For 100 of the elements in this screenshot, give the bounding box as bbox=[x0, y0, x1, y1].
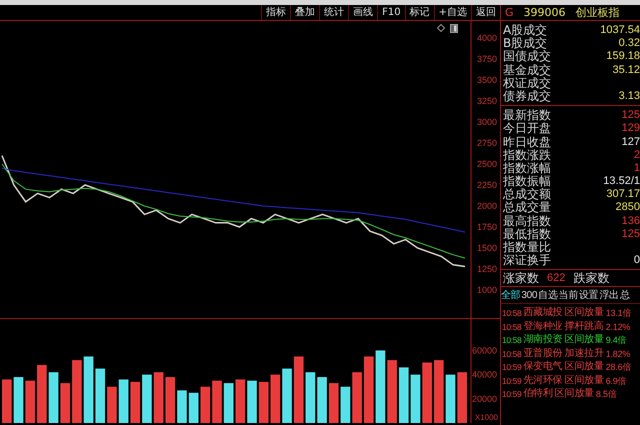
axis-label: 3500 bbox=[476, 74, 497, 85]
stat-value: 35.12 bbox=[612, 64, 640, 77]
axis-label: 2250 bbox=[476, 180, 497, 190]
stat-value: 2 bbox=[634, 148, 640, 162]
volume-bar bbox=[270, 374, 280, 423]
alert-tab[interactable]: 设置 bbox=[579, 288, 598, 302]
stat-value: 136 bbox=[622, 214, 640, 228]
alert-tab[interactable]: 300 bbox=[521, 288, 538, 302]
volume-bar bbox=[95, 368, 106, 423]
alert-stock[interactable]: 湖南投资 bbox=[523, 334, 562, 346]
volume-bar bbox=[14, 377, 24, 423]
axis-unit: X1000 bbox=[474, 413, 498, 422]
stat-label: 最高指数 bbox=[503, 214, 551, 228]
alert-stock[interactable]: 亚普股份 bbox=[523, 348, 562, 360]
volume-bar bbox=[60, 383, 70, 423]
stat-label: 最低指数 bbox=[503, 228, 551, 241]
stat-value: 622 bbox=[547, 271, 566, 286]
alert-event: 区间放量 bbox=[564, 334, 604, 346]
alert-time: 10:58 bbox=[502, 348, 522, 360]
volume-bar bbox=[294, 356, 304, 423]
index-code: 399006 bbox=[524, 6, 566, 19]
volume-bar bbox=[177, 390, 187, 423]
axis-label: 1250 bbox=[476, 264, 497, 274]
alert-tab[interactable]: 当前 bbox=[558, 288, 578, 302]
panel-icon[interactable] bbox=[450, 24, 458, 33]
stat-label: 权证成交 bbox=[503, 76, 551, 90]
alert-tab[interactable]: 浮出 bbox=[599, 288, 619, 302]
volume-bar bbox=[352, 372, 362, 423]
stat-value: 159.18 bbox=[606, 50, 640, 64]
axis-label: 40000 bbox=[472, 370, 497, 380]
stat-value: 2850 bbox=[616, 201, 640, 215]
alert-stock[interactable]: 保变电气 bbox=[523, 361, 562, 374]
volume-bar bbox=[317, 377, 327, 423]
volume-bar bbox=[154, 372, 164, 423]
stat-label: 深证换手 bbox=[503, 254, 551, 268]
volume-bar bbox=[340, 386, 350, 423]
stat-label: 基金成交 bbox=[503, 64, 551, 77]
axis-label: 2750 bbox=[476, 138, 497, 148]
volume-bar bbox=[364, 356, 374, 423]
alert-time: 10:58 bbox=[502, 307, 522, 320]
axis-label: 60000 bbox=[472, 345, 497, 356]
alert-time: 10:59 bbox=[502, 388, 522, 400]
stat-value: 125 bbox=[622, 228, 640, 241]
stat-value: 0 bbox=[634, 254, 640, 268]
alert-tab[interactable]: 总 bbox=[620, 288, 630, 302]
stat-label: 总成交额 bbox=[503, 188, 551, 202]
stat-label: 债券成交 bbox=[503, 90, 551, 104]
diamond-icon[interactable] bbox=[437, 24, 445, 32]
axis-label: 2000 bbox=[476, 201, 497, 211]
volume-bar bbox=[25, 380, 36, 423]
volume-bar bbox=[457, 372, 467, 423]
alert-tab[interactable]: 自选 bbox=[538, 288, 558, 302]
alert-event: 加速拉升 bbox=[564, 348, 604, 360]
volume-bar bbox=[398, 367, 409, 423]
volume-bar bbox=[224, 383, 234, 423]
stat-value: 0.32 bbox=[618, 37, 640, 50]
alert-time: 10:59 bbox=[502, 374, 522, 387]
alert-value: 1.82% bbox=[606, 348, 630, 360]
alert-tab[interactable]: 全部 bbox=[501, 288, 520, 302]
alert-value: 2.12% bbox=[606, 320, 630, 333]
alert-time: 10:58 bbox=[502, 334, 522, 346]
stat-value: 1 bbox=[634, 162, 640, 176]
volume-bar bbox=[188, 392, 198, 423]
volume-bar bbox=[387, 360, 397, 423]
alert-stock[interactable]: 西藏城投 bbox=[523, 307, 562, 320]
axis-label: 1750 bbox=[476, 222, 497, 232]
stat-label: 指数涨幅 bbox=[503, 162, 551, 175]
volume-bar bbox=[200, 386, 210, 423]
stat-label: 涨家数 bbox=[503, 271, 539, 286]
volume-bar bbox=[212, 380, 222, 423]
stat-label: 昨日收盘 bbox=[503, 136, 551, 148]
stat-label: 指数量比 bbox=[503, 241, 551, 254]
stat-value: 125 bbox=[622, 109, 640, 122]
volume-bar bbox=[142, 374, 152, 423]
stat-label: 最新指数 bbox=[503, 109, 551, 122]
volume-bar bbox=[236, 379, 246, 423]
volume-bar bbox=[328, 383, 339, 423]
axis-label: 4000 bbox=[476, 32, 497, 43]
alert-event: 区间放量 bbox=[564, 361, 604, 374]
volume-bar bbox=[306, 372, 316, 423]
stat-label: B股成交 bbox=[503, 37, 548, 50]
stat-value: 129 bbox=[622, 122, 640, 136]
alert-time: 10:58 bbox=[502, 320, 522, 333]
volume-bar bbox=[247, 380, 257, 423]
alert-value: 9.4倍 bbox=[606, 334, 626, 346]
stat-value: 307.17 bbox=[606, 188, 640, 202]
alert-stock[interactable]: 登海种业 bbox=[523, 320, 562, 333]
volume-bar bbox=[2, 379, 12, 423]
stat-value: 127 bbox=[622, 136, 640, 149]
volume-bar bbox=[410, 374, 420, 423]
alert-value: 6.9倍 bbox=[606, 374, 626, 387]
stat-label: 指数振幅 bbox=[503, 175, 551, 188]
alert-value: 28.6倍 bbox=[606, 361, 632, 374]
volume-bar bbox=[446, 374, 456, 423]
alert-stock[interactable]: 伯特利 bbox=[523, 388, 553, 400]
volume-bar bbox=[48, 372, 58, 423]
stat-value: 3.13 bbox=[618, 90, 640, 104]
alert-stock[interactable]: 先河环保 bbox=[523, 374, 562, 387]
volume-bar bbox=[118, 379, 128, 423]
volume-bar bbox=[72, 360, 82, 423]
